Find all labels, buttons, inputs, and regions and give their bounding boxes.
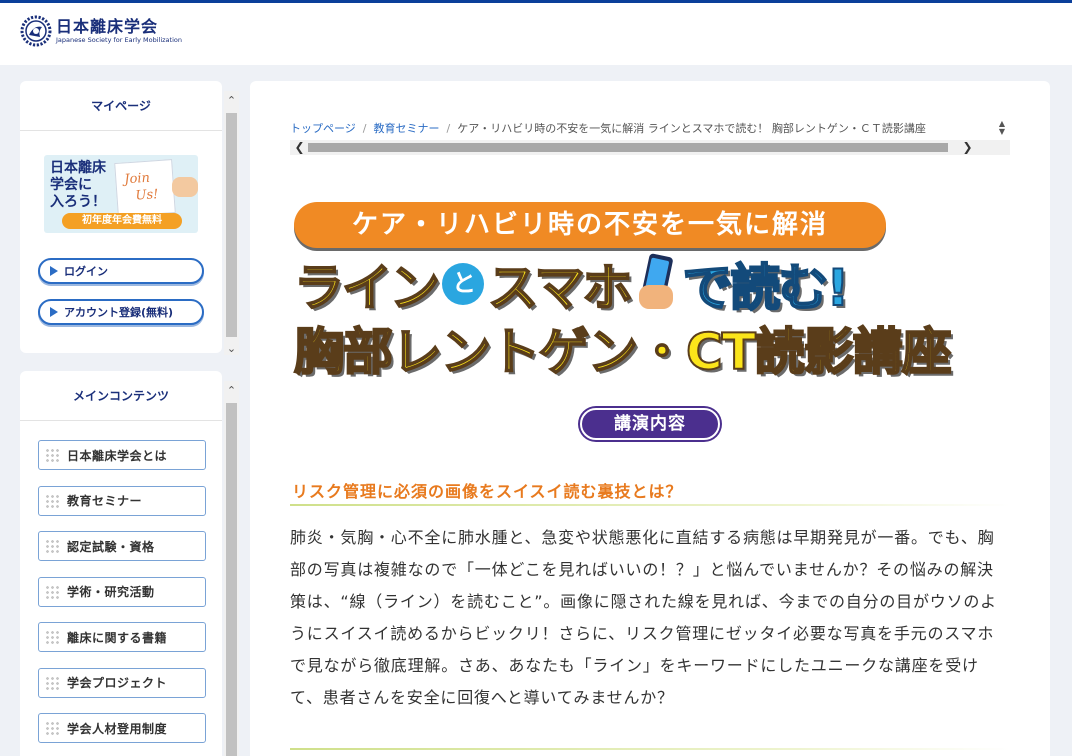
smartphone-icon [638, 253, 675, 313]
main-contents-scrollbar[interactable]: ⌃ [224, 381, 239, 756]
nav-item-label: 離床に関する書籍 [67, 630, 168, 645]
nav-item[interactable]: 教育セミナー [38, 485, 206, 516]
nav-item[interactable]: 認定試験・資格 [38, 531, 206, 561]
mypage-title: マイページ [20, 81, 222, 131]
grid-dots-icon [45, 675, 59, 690]
play-arrow-icon [50, 307, 58, 317]
main-contents-title: メインコンテンツ [20, 371, 222, 421]
pointing-hand-icon [172, 177, 198, 197]
breadcrumb-spinner-icon[interactable]: ▲ ▼ [996, 120, 1008, 138]
nav-item-label: 教育セミナー [67, 494, 143, 508]
register-label: アカウント登録(無料) [64, 306, 174, 319]
grid-dots-icon [45, 539, 59, 553]
hero-to: と [442, 263, 484, 305]
logo-title: 日本離床学会 [56, 17, 159, 36]
logo-subtitle: Japanese Society for Early Mobilization [56, 36, 182, 44]
hero-smaho-word: スマホ [487, 258, 633, 318]
section-divider [290, 748, 1010, 750]
hscroll-thumb[interactable] [308, 143, 948, 152]
breadcrumb-home-link[interactable]: トップページ [290, 122, 356, 135]
scroll-right-arrow-icon[interactable]: ❯ [960, 140, 975, 155]
login-label: ログイン [64, 265, 108, 278]
scroll-up-arrow-icon[interactable]: ⌃ [224, 93, 239, 108]
board-text-1: Join [123, 170, 151, 188]
scrollbar-thumb[interactable] [226, 403, 237, 756]
play-arrow-icon [50, 266, 58, 276]
article-heading: リスク管理に必須の画像をスイスイ読む裏技とは？ [292, 482, 683, 501]
nav-item-label: 認定試験・資格 [67, 539, 155, 554]
nav-item-label: 学術・研究活動 [67, 585, 155, 599]
scroll-up-arrow-icon[interactable]: ⌃ [224, 383, 239, 398]
site-header: 日本離床学会 Japanese Society for Early Mobili… [0, 3, 1072, 65]
society-logo-icon [20, 15, 52, 47]
grid-dots-icon [45, 493, 59, 508]
site-logo[interactable]: 日本離床学会 Japanese Society for Early Mobili… [20, 15, 182, 47]
breadcrumb-current: ケア・リハビリ時の不安を一気に解消 ラインとスマホで読む！ 胸部レントゲン・ＣＴ… [457, 122, 926, 135]
nav-item[interactable]: 離床に関する書籍 [38, 622, 206, 652]
nav-item-label: 学会プロジェクト [67, 676, 168, 690]
grid-dots-icon [45, 448, 59, 462]
article-body: 肺炎・気胸・心不全に肺水腫と、急変や状態悪化に直結する病態は早期発見が一番。でも… [290, 528, 997, 707]
scroll-down-arrow-icon[interactable]: ⌄ [224, 341, 239, 356]
board-text-2: Us! [135, 187, 159, 204]
grid-dots-icon [45, 584, 59, 599]
hero-course-title: 胸部レントゲン・CT読影講座 [293, 322, 953, 382]
main-contents-panel: メインコンテンツ [20, 371, 222, 756]
join-us-banner[interactable]: 日本離床 学会に 入ろう！ Join Us! 初年度年会費無料 [44, 155, 198, 233]
nav-item[interactable]: 学会プロジェクト [38, 667, 206, 698]
mypage-scrollbar[interactable]: ⌃ ⌄ [224, 91, 239, 355]
hero-tagline: ケア・リハビリ時の不安を一気に解消 [294, 202, 886, 248]
banner-text-3: 入ろう！ [50, 194, 106, 210]
grid-dots-icon [45, 630, 59, 644]
banner-text-2: 学会に [50, 177, 92, 193]
breadcrumb-category-link[interactable]: 教育セミナー [374, 122, 440, 135]
hero-line-word: ライン [293, 258, 441, 318]
join-us-board: Join Us! [114, 159, 176, 217]
nav-item-label: 学会人材登用制度 [67, 721, 168, 736]
seminar-hero-image: ケア・リハビリ時の不安を一気に解消 ライン と スマホ で読む! 胸部レントゲン… [290, 196, 1010, 392]
banner-text-1: 日本離床 [50, 160, 106, 176]
heading-underline [290, 504, 1010, 506]
nav-item[interactable]: 学会人材登用制度 [38, 713, 206, 743]
hero-yomu-word: で読む! [682, 258, 851, 318]
free-fee-label: 初年度年会費無料 [62, 213, 182, 229]
breadcrumb-hscrollbar[interactable]: ❮ ❯ [290, 140, 1010, 155]
scroll-left-arrow-icon[interactable]: ❮ [292, 140, 307, 155]
login-button[interactable]: ログイン [38, 258, 204, 284]
grid-dots-icon [45, 721, 59, 735]
lecture-content-badge: 講演内容 [580, 408, 720, 440]
nav-item[interactable]: 学術・研究活動 [38, 576, 206, 607]
breadcrumb: トップページ / 教育セミナー / ケア・リハビリ時の不安を一気に解消 ラインとスマホで… [290, 116, 1010, 156]
scrollbar-thumb[interactable] [226, 113, 237, 337]
nav-item[interactable]: 日本離床学会とは [38, 440, 206, 470]
nav-item-label: 日本離床学会とは [67, 448, 168, 463]
register-button[interactable]: アカウント登録(無料) [38, 299, 204, 325]
